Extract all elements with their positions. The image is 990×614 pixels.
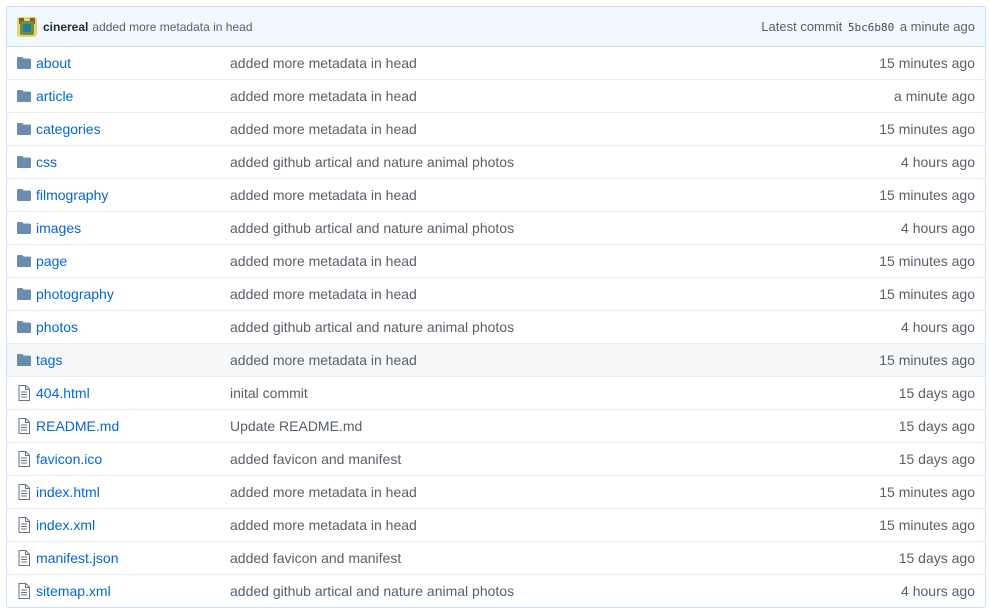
file-name-link[interactable]: photos (36, 319, 230, 335)
file-row[interactable]: css added github artical and nature anima… (7, 145, 985, 178)
commit-message-link[interactable]: added more metadata in head (230, 121, 775, 137)
file-row[interactable]: images added github artical and nature an… (7, 211, 985, 244)
file-list: about added more metadata in head 15 minut… (7, 47, 985, 607)
file-row[interactable]: 404.html inital commit 15 days ago (7, 376, 985, 409)
commit-age: 15 days ago (898, 418, 975, 434)
commit-age: 15 days ago (898, 451, 975, 467)
commit-message-link[interactable]: added more metadata in head (230, 253, 775, 269)
file-name-link[interactable]: index.xml (36, 517, 230, 533)
file-name-link[interactable]: photography (36, 286, 230, 302)
latest-commit-bar: cinereal added more metadata in head Lat… (7, 7, 985, 47)
file-name-link[interactable]: css (36, 154, 230, 170)
file-row[interactable]: index.xml added more metadata in head 15 m… (7, 508, 985, 541)
commit-age: 4 hours ago (901, 583, 975, 599)
folder-icon (16, 55, 32, 71)
commit-age: 15 minutes ago (879, 253, 975, 269)
file-name-link[interactable]: filmography (36, 187, 230, 203)
file-row[interactable]: index.html added more metadata in head 15 … (7, 475, 985, 508)
commit-message-link[interactable]: added github artical and nature animal p… (230, 319, 775, 335)
file-name-link[interactable]: favicon.ico (36, 451, 230, 467)
commit-message-link[interactable]: added more metadata in head (230, 286, 775, 302)
file-row[interactable]: favicon.ico added favicon and manifest 15 … (7, 442, 985, 475)
commit-age: 4 hours ago (901, 319, 975, 335)
commit-age: 15 days ago (898, 385, 975, 401)
commit-message-link[interactable]: added github artical and nature animal p… (230, 154, 775, 170)
author-avatar[interactable] (17, 16, 37, 37)
commit-message-link[interactable]: added more metadata in head (230, 88, 775, 104)
commit-age: 15 minutes ago (879, 187, 975, 203)
file-name-link[interactable]: page (36, 253, 230, 269)
file-row[interactable]: article added more metadata in head a minu… (7, 79, 985, 112)
commit-message-link[interactable]: added favicon and manifest (230, 550, 775, 566)
file-icon (16, 451, 32, 467)
file-row[interactable]: photography added more metadata in head 15… (7, 277, 985, 310)
commit-message-link[interactable]: added github artical and nature animal p… (230, 220, 775, 236)
commit-message-link[interactable]: added github artical and nature animal p… (230, 583, 775, 599)
file-row[interactable]: about added more metadata in head 15 minut… (7, 47, 985, 79)
file-name-link[interactable]: 404.html (36, 385, 230, 401)
commit-message-link[interactable]: added more metadata in head (230, 55, 775, 71)
commit-author[interactable]: cinereal (43, 20, 88, 34)
commit-age: a minute ago (894, 88, 975, 104)
file-row[interactable]: tags added more metadata in head 15 minute… (7, 343, 985, 376)
file-row[interactable]: manifest.json added favicon and manifest 1… (7, 541, 985, 574)
folder-icon (16, 286, 32, 302)
commit-message-link[interactable]: added favicon and manifest (230, 451, 775, 467)
file-icon (16, 385, 32, 401)
folder-icon (16, 154, 32, 170)
commit-age: 15 minutes ago (879, 286, 975, 302)
commit-age: 15 days ago (898, 550, 975, 566)
commit-message-link[interactable]: added more metadata in head (230, 352, 775, 368)
commit-sha[interactable]: 5bc6b80 (848, 21, 894, 34)
commit-age: 15 minutes ago (879, 484, 975, 500)
folder-icon (16, 319, 32, 335)
file-name-link[interactable]: tags (36, 352, 230, 368)
commit-message-link[interactable]: added more metadata in head (230, 517, 775, 533)
folder-icon (16, 352, 32, 368)
commit-age: 4 hours ago (901, 220, 975, 236)
commit-age: 15 minutes ago (879, 121, 975, 137)
file-icon (16, 583, 32, 599)
commit-age: 15 minutes ago (879, 55, 975, 71)
commit-message-link[interactable]: added more metadata in head (230, 484, 775, 500)
file-row[interactable]: sitemap.xml added github artical and natu… (7, 574, 985, 607)
file-icon (16, 484, 32, 500)
file-row[interactable]: page added more metadata in head 15 minute… (7, 244, 985, 277)
file-name-link[interactable]: index.html (36, 484, 230, 500)
commit-message-link[interactable]: inital commit (230, 385, 775, 401)
folder-icon (16, 220, 32, 236)
latest-commit-info: Latest commit 5bc6b80 a minute ago (761, 19, 975, 34)
folder-icon (16, 253, 32, 269)
file-name-link[interactable]: article (36, 88, 230, 104)
commit-message[interactable]: added more metadata in head (92, 20, 252, 34)
file-row[interactable]: filmography added more metadata in head 15… (7, 178, 985, 211)
file-row[interactable]: photos added github artical and nature an… (7, 310, 985, 343)
commit-age: a minute ago (899, 19, 975, 34)
folder-icon (16, 88, 32, 104)
file-name-link[interactable]: README.md (36, 418, 230, 434)
file-browser: cinereal added more metadata in head Lat… (6, 6, 986, 608)
commit-message-link[interactable]: Update README.md (230, 418, 775, 434)
file-row[interactable]: categories added more metadata in head 15 … (7, 112, 985, 145)
commit-age: 15 minutes ago (879, 517, 975, 533)
commit-age: 15 minutes ago (879, 352, 975, 368)
file-name-link[interactable]: sitemap.xml (36, 583, 230, 599)
folder-icon (16, 121, 32, 137)
folder-icon (16, 187, 32, 203)
latest-commit-label: Latest commit (761, 19, 843, 34)
commit-age: 4 hours ago (901, 154, 975, 170)
file-row[interactable]: README.md Update README.md 15 days ago (7, 409, 985, 442)
commit-message-link[interactable]: added more metadata in head (230, 187, 775, 203)
file-name-link[interactable]: categories (36, 121, 230, 137)
file-name-link[interactable]: manifest.json (36, 550, 230, 566)
file-icon (16, 418, 32, 434)
file-icon (16, 550, 32, 566)
file-name-link[interactable]: about (36, 55, 230, 71)
file-name-link[interactable]: images (36, 220, 230, 236)
file-icon (16, 517, 32, 533)
